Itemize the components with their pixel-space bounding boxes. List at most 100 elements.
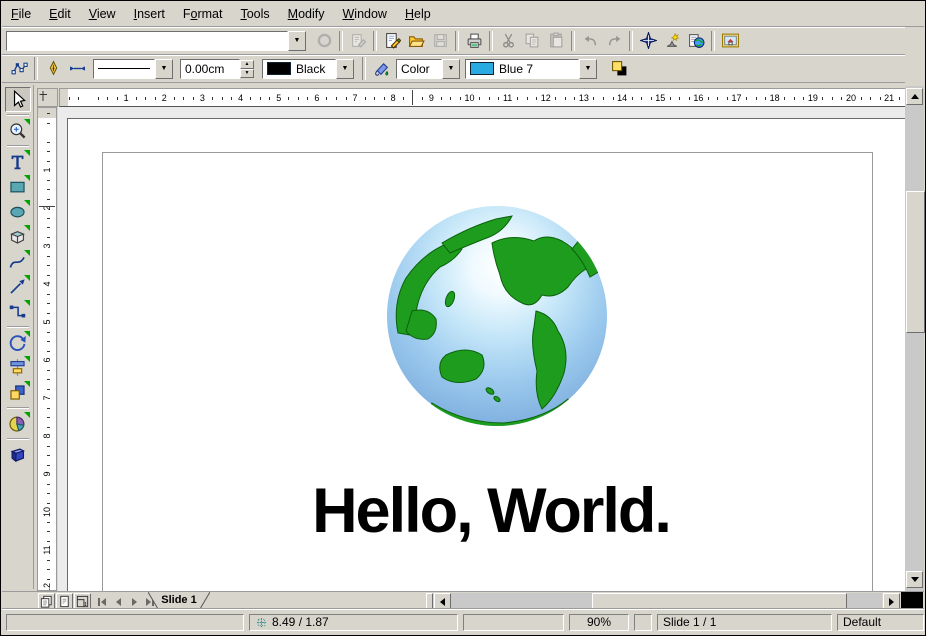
tool-insert-button[interactable] [5, 411, 31, 436]
menu-edit[interactable]: Edit [40, 4, 80, 24]
status-page-style-field[interactable]: Default [837, 614, 924, 631]
status-slide-field[interactable]: Slide 1 / 1 [657, 614, 832, 631]
ruler-tick [555, 97, 556, 100]
line-width-down-button[interactable]: ▼ [240, 69, 254, 78]
vertical-scrollbar[interactable] [905, 86, 924, 591]
tool-select-button[interactable] [5, 87, 31, 112]
line-width-spinner[interactable]: 0.00cm ▲ ▼ [180, 59, 254, 79]
ruler-number: 12 [42, 581, 52, 591]
menu-help[interactable]: Help [396, 4, 440, 24]
status-size-field [463, 614, 564, 631]
ruler-tick [47, 370, 50, 371]
ruler-tick [498, 97, 499, 100]
line-style-dropdown-button[interactable]: ▼ [155, 59, 173, 79]
ruler-tick [670, 97, 671, 100]
imagemap-button[interactable] [718, 29, 742, 53]
tool-lines-arrows-button[interactable] [5, 274, 31, 299]
status-position-field[interactable]: 8.49 / 1.87 [249, 614, 458, 631]
shadow-button[interactable] [607, 57, 631, 81]
tool-curve-button[interactable] [5, 249, 31, 274]
ruler-tick [765, 97, 766, 100]
status-zoom-field[interactable]: 90% [569, 614, 629, 631]
line-width-up-button[interactable]: ▲ [240, 60, 254, 69]
globe-image[interactable] [384, 203, 610, 429]
area-style-dropdown-button[interactable]: ▼ [442, 59, 460, 79]
function-toolbar: ▼ [2, 27, 905, 55]
ruler-tick [47, 180, 50, 181]
flyout-indicator-icon [24, 175, 30, 181]
ruler-tick [47, 522, 50, 523]
flyout-indicator-icon [24, 300, 30, 306]
ruler-tick [47, 408, 50, 409]
edit-points-button[interactable] [7, 57, 31, 81]
ruler-tick [336, 97, 337, 100]
status-modified-field [634, 614, 652, 631]
url-input[interactable] [6, 31, 288, 51]
tool-arrange-button[interactable] [5, 380, 31, 405]
drawing-canvas[interactable]: Hello, World. [58, 107, 907, 591]
ruler-tick [47, 484, 50, 485]
ruler-tick [870, 97, 871, 100]
tool-ellipse-button[interactable] [5, 199, 31, 224]
gallery-button[interactable] [684, 29, 708, 53]
horizontal-ruler[interactable]: 123456789101112131415161718192021 [59, 88, 907, 107]
tool-connector-button[interactable] [5, 299, 31, 324]
ruler-tick [861, 97, 862, 100]
slide-heading-text[interactable]: Hello, World. [241, 475, 741, 547]
navigator-button[interactable] [636, 29, 660, 53]
vertical-ruler[interactable]: 123456789101112 [37, 107, 57, 591]
ruler-tick [527, 97, 528, 100]
tool-text-button[interactable] [5, 149, 31, 174]
line-style-combobox[interactable]: ▼ [93, 59, 173, 79]
menu-tools[interactable]: Tools [231, 4, 278, 24]
flyout-indicator-icon [24, 119, 30, 125]
open-document-button[interactable] [404, 29, 428, 53]
menu-window[interactable]: Window [333, 4, 395, 24]
line-dialog-button[interactable] [41, 57, 65, 81]
autopilot-button[interactable] [660, 29, 684, 53]
ruler-tick [136, 97, 137, 100]
line-color-dropdown-button[interactable]: ▼ [336, 59, 354, 79]
separator [711, 31, 715, 51]
ruler-tick [651, 97, 652, 100]
status-info-field [6, 614, 244, 631]
ruler-tick [78, 97, 79, 100]
paste-button [544, 29, 568, 53]
autopilot-icon [664, 32, 681, 49]
ruler-tick [517, 97, 518, 100]
line-color-combobox[interactable]: Black ▼ [262, 59, 354, 79]
area-color-dropdown-button[interactable]: ▼ [579, 59, 597, 79]
line-width-value[interactable]: 0.00cm [180, 59, 240, 79]
tool-rectangle-button[interactable] [5, 174, 31, 199]
arrow-style-button[interactable] [65, 57, 89, 81]
tool-effects-3d-button[interactable] [5, 442, 31, 467]
tool-rotate-button[interactable] [5, 330, 31, 355]
vscroll-thumb[interactable] [906, 191, 925, 333]
ruler-tick [365, 97, 366, 100]
ruler-number: 4 [233, 93, 249, 103]
menu-modify[interactable]: Modify [279, 4, 334, 24]
menu-view[interactable]: View [80, 4, 125, 24]
url-dropdown-button[interactable]: ▼ [288, 31, 306, 51]
new-document-button[interactable] [380, 29, 404, 53]
ruler-tick [794, 97, 795, 100]
ruler-tick [422, 97, 423, 100]
url-combobox[interactable]: ▼ [6, 31, 306, 51]
ruler-tick [489, 97, 490, 100]
tool-zoom-button[interactable] [5, 118, 31, 143]
print-document-button[interactable] [462, 29, 486, 53]
area-style-combobox[interactable]: Color ▼ [396, 59, 460, 79]
scroll-up-button[interactable] [906, 88, 923, 105]
tool-alignment-button[interactable] [5, 355, 31, 380]
ruler-tick [47, 227, 50, 228]
ruler-origin-corner[interactable] [37, 88, 58, 107]
ruler-tick [374, 97, 375, 100]
tool-objects-3d-button[interactable] [5, 224, 31, 249]
ruler-tick [822, 97, 823, 100]
area-color-combobox[interactable]: Blue 7 ▼ [465, 59, 597, 79]
menu-format[interactable]: Format [174, 4, 232, 24]
menu-file[interactable]: File [2, 4, 40, 24]
area-dialog-button[interactable] [369, 57, 393, 81]
scroll-down-button[interactable] [906, 571, 923, 588]
menu-insert[interactable]: Insert [125, 4, 174, 24]
